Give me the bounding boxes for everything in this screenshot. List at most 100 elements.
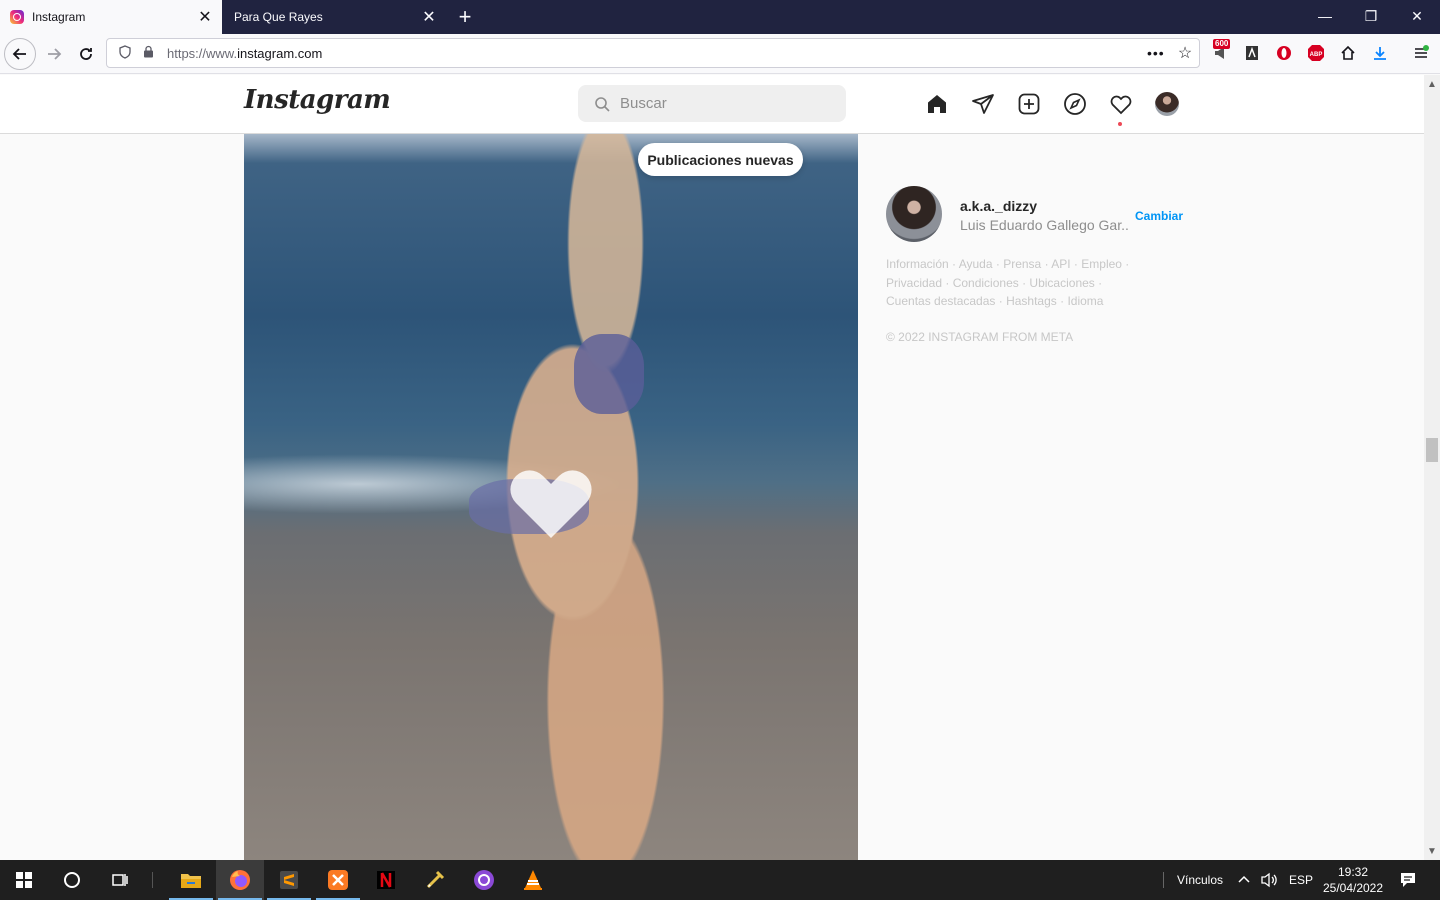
footer-link-press[interactable]: Prensa	[1003, 257, 1041, 271]
adblock-plus-icon[interactable]: ABP	[1303, 40, 1329, 66]
tracking-protection-shield-icon[interactable]	[115, 44, 135, 62]
file-explorer-icon[interactable]	[167, 860, 215, 900]
swimsuit-top	[574, 334, 644, 414]
tool-icon[interactable]	[411, 860, 459, 900]
instagram-favicon-icon	[10, 10, 24, 24]
chevron-up-icon[interactable]	[1232, 860, 1256, 900]
footer-separator: ·	[992, 257, 1004, 271]
links-toolbar-separator	[1163, 872, 1164, 888]
footer-separator: ·	[1070, 257, 1082, 271]
scrollbar-thumb[interactable]	[1426, 438, 1438, 462]
svg-text:ABP: ABP	[1310, 52, 1323, 58]
footer-link-privacy[interactable]: Privacidad	[886, 276, 942, 290]
clock-time: 19:32	[1337, 865, 1369, 879]
clock-date: 25/04/2022	[1322, 881, 1384, 895]
extension-reader-icon[interactable]	[1239, 40, 1265, 66]
footer-link-info[interactable]: Información	[886, 257, 949, 271]
firefox-icon[interactable]	[216, 860, 264, 900]
footer-separator: ·	[1056, 294, 1068, 308]
bookmark-star-icon[interactable]: ☆	[1171, 43, 1199, 63]
footer-link-jobs[interactable]: Empleo	[1081, 257, 1122, 271]
search-icon	[595, 96, 610, 112]
notification-dot	[1118, 122, 1122, 126]
footer-link-hashtags[interactable]: Hashtags	[1006, 294, 1057, 308]
like-heart-icon	[510, 470, 592, 538]
netflix-icon[interactable]	[362, 860, 410, 900]
taskbar-separator	[152, 872, 153, 888]
footer-link-terms[interactable]: Condiciones	[953, 276, 1019, 290]
footer-link-api[interactable]: API	[1051, 257, 1070, 271]
direct-icon[interactable]	[970, 91, 996, 117]
tab-para-que-rayes[interactable]: Para Que Rayes ✕	[226, 0, 446, 34]
app-menu-icon[interactable]	[1408, 40, 1434, 66]
footer-link-top-accounts[interactable]: Cuentas destacadas	[886, 294, 995, 308]
close-window-button[interactable]: ✕	[1394, 0, 1440, 32]
cortana-icon[interactable]	[48, 860, 96, 900]
reload-button[interactable]	[70, 38, 102, 70]
url-text[interactable]: https://www.instagram.com	[167, 46, 1147, 61]
switch-account-button[interactable]: Cambiar	[1135, 209, 1183, 223]
footer-link-locations[interactable]: Ubicaciones	[1029, 276, 1094, 290]
links-toolbar-label[interactable]: Vínculos	[1177, 873, 1223, 887]
tab-close-icon[interactable]: ✕	[418, 6, 440, 28]
new-post-icon[interactable]	[1016, 91, 1042, 117]
system-clock[interactable]: 19:32 25/04/2022	[1318, 864, 1388, 896]
home-icon[interactable]	[1335, 40, 1361, 66]
github-desktop-icon[interactable]	[460, 860, 508, 900]
footer-separator: ·	[1018, 275, 1030, 290]
address-bar[interactable]: https://www.instagram.com ••• ☆	[106, 38, 1200, 68]
minimize-button[interactable]: —	[1302, 0, 1348, 32]
tab-instagram[interactable]: Instagram ✕	[0, 0, 222, 34]
scroll-up-icon[interactable]: ▲	[1424, 76, 1440, 92]
extension-badge: 600	[1213, 39, 1231, 49]
restore-button[interactable]: ❐	[1348, 0, 1394, 32]
browser-toolbar: https://www.instagram.com ••• ☆ 600 ABP	[0, 34, 1440, 74]
sublime-text-icon[interactable]	[265, 860, 313, 900]
task-view-icon[interactable]	[96, 860, 144, 900]
vlc-icon[interactable]	[509, 860, 557, 900]
sidebar-username[interactable]: a.k.a._dizzy	[960, 198, 1037, 214]
notification-center-icon[interactable]	[1390, 860, 1426, 900]
footer-separator: ·	[948, 257, 959, 271]
profile-icon[interactable]	[1155, 92, 1179, 116]
search-input[interactable]	[620, 95, 820, 112]
back-arrow-icon	[12, 48, 26, 60]
tab-close-icon[interactable]: ✕	[194, 6, 216, 28]
search-box[interactable]	[578, 85, 846, 122]
downloads-icon[interactable]	[1367, 40, 1393, 66]
windows-start-icon[interactable]	[0, 860, 48, 900]
reload-icon	[80, 48, 92, 60]
instagram-logo[interactable]: Instagram	[244, 85, 391, 115]
post-image[interactable]	[244, 134, 858, 860]
scroll-down-icon[interactable]: ▼	[1424, 843, 1440, 859]
volume-icon[interactable]	[1256, 860, 1282, 900]
new-tab-button[interactable]: +	[452, 4, 478, 30]
avatar[interactable]	[886, 186, 942, 242]
back-button[interactable]	[4, 38, 36, 70]
language-indicator[interactable]: ESP	[1289, 873, 1313, 887]
copyright: © 2022 INSTAGRAM FROM META	[886, 330, 1074, 344]
footer-link-language[interactable]: Idioma	[1067, 294, 1103, 308]
url-prefix: https://www.	[167, 45, 238, 61]
new-posts-button[interactable]: Publicaciones nuevas	[638, 143, 803, 176]
scrollbar[interactable]	[1424, 75, 1440, 860]
forward-button[interactable]	[38, 38, 70, 70]
xampp-icon[interactable]	[314, 860, 362, 900]
sidebar-full-name: Luis Eduardo Gallego Gar...	[960, 217, 1130, 233]
forward-arrow-icon	[48, 48, 62, 60]
footer-separator: ·	[942, 275, 953, 290]
page-actions-more-icon[interactable]: •••	[1147, 45, 1171, 61]
activity-icon[interactable]	[1108, 91, 1134, 117]
footer-separator: ·	[1121, 257, 1130, 271]
tab-label: Instagram	[32, 10, 86, 24]
footer-separator: ·	[1041, 257, 1052, 271]
explore-icon[interactable]	[1062, 91, 1088, 117]
footer-link-help[interactable]: Ayuda	[959, 257, 993, 271]
footer-links: Información · Ayuda · Prensa · API · Emp…	[886, 255, 1136, 311]
lock-icon[interactable]	[143, 45, 157, 61]
browser-tab-strip: Instagram ✕ Para Que Rayes ✕ + — ❐ ✕	[0, 0, 1440, 34]
home-icon[interactable]	[924, 91, 950, 117]
extension-opera-icon[interactable]	[1271, 40, 1297, 66]
footer-separator: ·	[1094, 275, 1103, 290]
instagram-header: Instagram	[0, 75, 1424, 134]
